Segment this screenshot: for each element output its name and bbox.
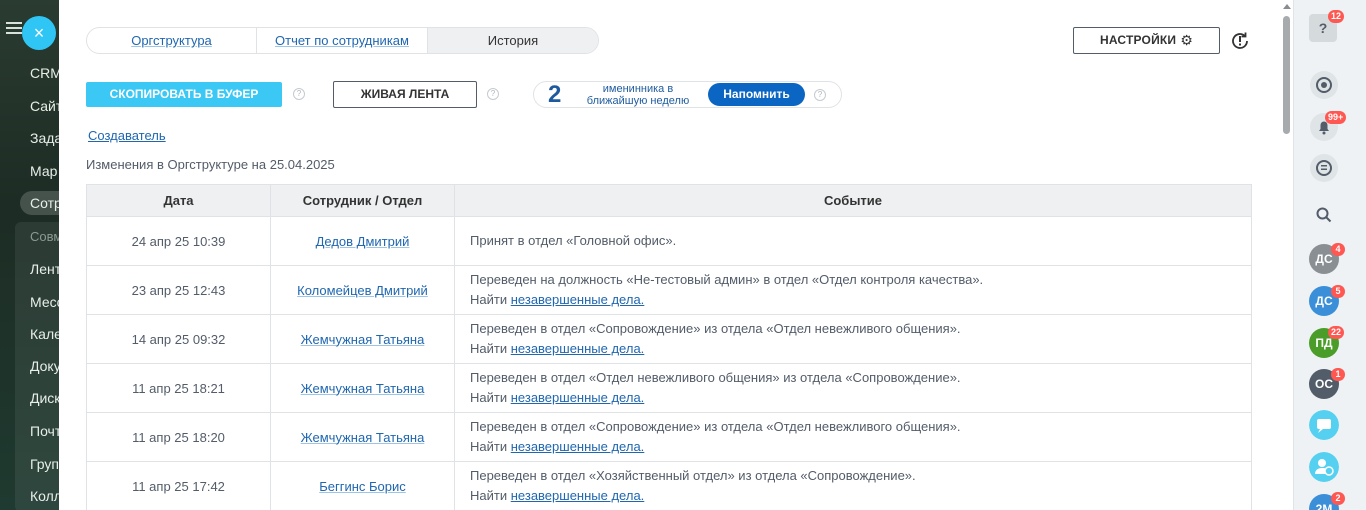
event-text: Переведен в отдел «Хозяйственный отдел» …: [470, 468, 916, 483]
live-feed-help-icon[interactable]: ?: [487, 88, 499, 100]
table-row: 24 апр 25 10:39 Дедов Дмитрий Принят в о…: [86, 216, 1252, 266]
birthday-count: 2: [548, 81, 562, 108]
close-panel-button[interactable]: ×: [22, 16, 56, 50]
settings-label: НАСТРОЙКИ: [1099, 33, 1177, 47]
find-label: Найти: [470, 488, 508, 503]
employee-link[interactable]: Дедов Дмитрий: [316, 234, 410, 249]
vertical-scrollbar[interactable]: [1281, 0, 1293, 510]
main-panel: Оргструктура Отчет по сотрудникам Истори…: [59, 0, 1281, 510]
changes-subtitle: Изменения в Оргструктуре на 25.04.2025: [86, 157, 335, 172]
history-table: Дата Сотрудник / Отдел Событие 24 апр 25…: [86, 184, 1252, 510]
table-row: 11 апр 25 18:21 Жемчужная Татьяна Переве…: [86, 363, 1252, 413]
sidebar-item-marketing[interactable]: Мар: [30, 163, 57, 179]
help-badge: 12: [1328, 10, 1345, 23]
gear-icon: ⚙: [1180, 32, 1194, 48]
message-icon[interactable]: [1309, 410, 1339, 440]
event-text: Принят в отдел «Головной офис».: [470, 233, 677, 248]
scroll-up-arrow-icon[interactable]: [1283, 4, 1291, 9]
scrollbar-thumb[interactable]: [1283, 16, 1290, 134]
column-header-employee: Сотрудник / Отдел: [270, 184, 455, 217]
employee-link[interactable]: Беггинс Борис: [319, 479, 406, 494]
table-row: 11 апр 25 18:20 Жемчужная Татьяна Переве…: [86, 412, 1252, 462]
event-text: Переведен в отдел «Сопровождение» из отд…: [470, 419, 961, 434]
avatar-badge: 4: [1331, 243, 1345, 256]
avatar-badge: 5: [1331, 285, 1345, 298]
creator-link[interactable]: Создаватель: [88, 128, 166, 143]
remind-button[interactable]: Напомнить: [708, 83, 805, 106]
find-label: Найти: [470, 390, 508, 405]
event-text: Переведен в отдел «Отдел невежливого общ…: [470, 370, 961, 385]
notifications-badge: 99+: [1325, 111, 1347, 124]
row-date: 23 апр 25 12:43: [86, 265, 271, 315]
find-label: Найти: [470, 292, 508, 307]
left-sidebar: CRM Сайт Зада Мар Сотр Совм Лент Месс Ка…: [0, 0, 60, 510]
employee-link[interactable]: Жемчужная Татьяна: [301, 381, 425, 396]
chat-list-icon[interactable]: [1309, 153, 1339, 183]
avatar-badge: 2: [1331, 492, 1345, 505]
birthday-widget: 2 именинника в ближайшую неделю Напомнит…: [533, 81, 842, 108]
sidebar-item-crm[interactable]: CRM: [30, 65, 60, 81]
tab-orgstructure[interactable]: Оргструктура: [87, 28, 257, 53]
sidebar-item-tasks[interactable]: Зада: [30, 130, 60, 146]
sidebar-item-collab[interactable]: Совм: [30, 229, 60, 244]
sidebar-item-feed[interactable]: Лент: [30, 261, 60, 277]
employee-link[interactable]: Жемчужная Татьяна: [301, 430, 425, 445]
sidebar-item-documents[interactable]: Доку: [30, 358, 60, 374]
unfinished-tasks-link[interactable]: незавершенные дела.: [511, 488, 645, 503]
sidebar-item-employees[interactable]: Сотр: [30, 195, 60, 211]
sidebar-item-groups[interactable]: Груп: [30, 456, 59, 472]
birthday-help-icon[interactable]: ?: [814, 89, 826, 101]
find-label: Найти: [470, 439, 508, 454]
sidebar-item-messenger[interactable]: Месс: [30, 294, 60, 310]
sidebar-item-disk[interactable]: Диск: [30, 390, 60, 406]
unfinished-tasks-link[interactable]: незавершенные дела.: [511, 390, 645, 405]
menu-burger-icon[interactable]: [6, 22, 22, 34]
live-feed-button[interactable]: ЖИВАЯ ЛЕНТА: [333, 81, 477, 108]
employee-link[interactable]: Жемчужная Татьяна: [301, 332, 425, 347]
history-alert-icon[interactable]: [1229, 30, 1251, 52]
find-label: Найти: [470, 341, 508, 356]
avatar-badge: 1: [1331, 368, 1345, 381]
tab-history[interactable]: История: [428, 28, 598, 53]
event-text: Переведен в отдел «Сопровождение» из отд…: [470, 321, 961, 336]
right-sidebar: ? 12 99+ ДС 4 ДС 5 ПД 22 ОС 1 2М 2: [1293, 0, 1366, 510]
row-date: 11 апр 25 18:20: [86, 412, 271, 462]
row-date: 11 апр 25 18:21: [86, 363, 271, 413]
search-icon[interactable]: [1309, 200, 1339, 230]
copy-to-buffer-button[interactable]: СКОПИРОВАТЬ В БУФЕР: [86, 82, 282, 107]
sidebar-item-sites[interactable]: Сайт: [30, 98, 60, 114]
column-header-event: Событие: [454, 184, 1252, 217]
table-row: 23 апр 25 12:43 Коломейцев Дмитрий Перев…: [86, 265, 1252, 315]
sidebar-item-colleagues[interactable]: Колл: [30, 488, 60, 504]
avatar-badge: 22: [1328, 326, 1345, 339]
row-date: 14 апр 25 09:32: [86, 314, 271, 364]
user-clock-icon[interactable]: [1309, 452, 1339, 482]
event-text: Переведен на должность «Не-тестовый адми…: [470, 272, 984, 287]
unfinished-tasks-link[interactable]: незавершенные дела.: [511, 439, 645, 454]
column-header-date: Дата: [86, 184, 271, 217]
sidebar-item-calendar[interactable]: Кале: [30, 326, 60, 342]
row-date: 24 апр 25 10:39: [86, 216, 271, 266]
table-header-row: Дата Сотрудник / Отдел Событие: [86, 184, 1252, 217]
goals-icon[interactable]: [1309, 70, 1339, 100]
sidebar-item-mail[interactable]: Почт: [30, 423, 60, 439]
birthday-text: именинника в ближайшую неделю: [586, 83, 690, 107]
table-row: 11 апр 25 17:42 Беггинс Борис Переведен …: [86, 461, 1252, 510]
employee-link[interactable]: Коломейцев Дмитрий: [297, 283, 428, 298]
unfinished-tasks-link[interactable]: незавершенные дела.: [511, 292, 645, 307]
row-date: 11 апр 25 17:42: [86, 461, 271, 510]
copy-help-icon[interactable]: ?: [293, 88, 305, 100]
table-row: 14 апр 25 09:32 Жемчужная Татьяна Переве…: [86, 314, 1252, 364]
unfinished-tasks-link[interactable]: незавершенные дела.: [511, 341, 645, 356]
settings-button[interactable]: НАСТРОЙКИ ⚙: [1073, 27, 1220, 54]
tab-bar: Оргструктура Отчет по сотрудникам Истори…: [86, 27, 599, 54]
tab-employee-report[interactable]: Отчет по сотрудникам: [257, 28, 428, 53]
